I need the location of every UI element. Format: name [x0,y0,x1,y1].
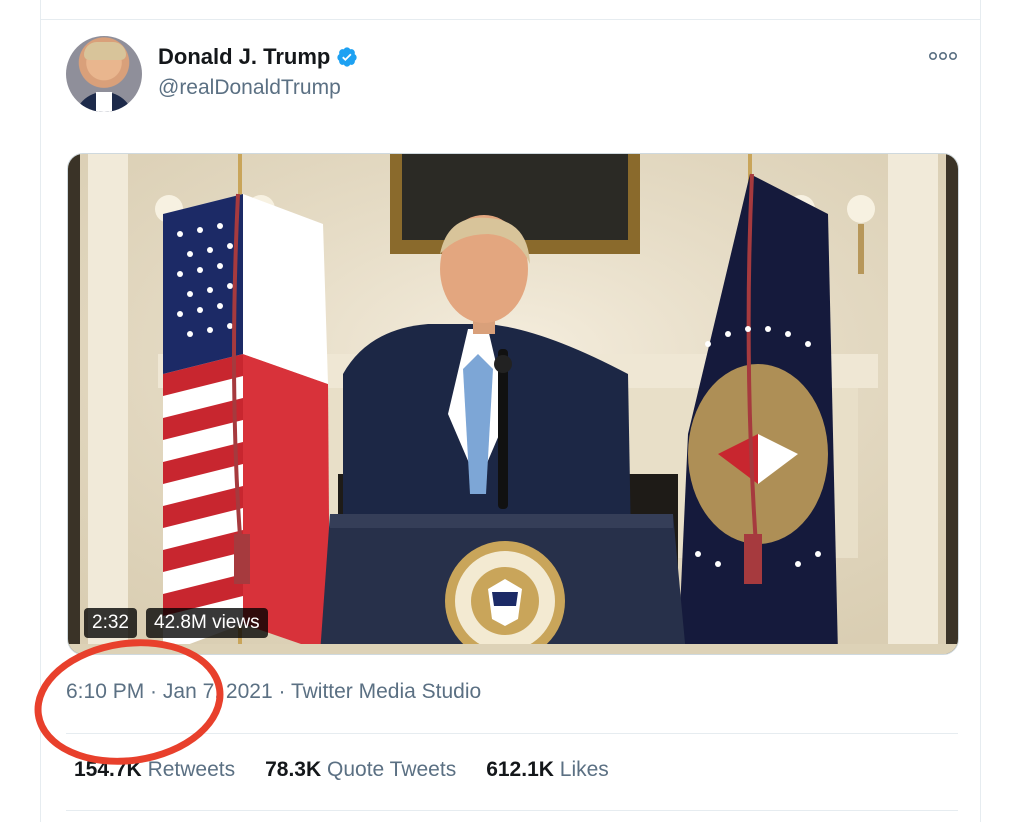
tweet-time[interactable]: 6:10 PM [66,680,144,703]
retweets-count: 154.7K [74,758,142,781]
divider [66,733,958,734]
quote-tweets-label: Quote Tweets [327,758,457,781]
video-player[interactable] [67,153,959,655]
quote-tweets-stat[interactable]: 78.3K Quote Tweets [265,758,456,782]
top-divider [40,19,980,20]
video-views-badge: 42.8M views [146,608,268,638]
meta-separator: · [144,680,163,703]
tweet-stats: 154.7K Retweets 78.3K Quote Tweets 612.1… [74,758,609,782]
user-handle[interactable]: @realDonaldTrump [158,76,341,100]
likes-count: 612.1K [486,758,554,781]
meta-separator: · [272,680,291,703]
display-name[interactable]: Donald J. Trump [158,44,330,70]
video-duration-badge: 2:32 [84,608,137,638]
column-border-right [980,0,981,822]
verified-badge-icon [337,47,357,67]
retweets-stat[interactable]: 154.7K Retweets [74,758,235,782]
retweets-label: Retweets [147,758,236,781]
quote-tweets-count: 78.3K [265,758,322,781]
tweet-meta: 6:10 PM · Jan 7, 2021 · Twitter Media St… [66,680,481,704]
likes-stat[interactable]: 612.1K Likes [486,758,609,782]
more-horizontal-icon [928,52,957,61]
tweet-page: Donald J. Trump @realDonaldTrump 2:32 42… [0,0,1024,822]
likes-label: Likes [559,758,609,781]
video-frame [68,154,958,654]
more-options-button[interactable] [928,48,958,64]
author-name-row[interactable]: Donald J. Trump [158,44,358,70]
divider [66,810,958,811]
tweet-source[interactable]: Twitter Media Studio [291,680,481,703]
tweet-date[interactable]: Jan 7, 2021 [163,680,273,703]
avatar[interactable] [66,36,142,112]
column-border-left [40,0,41,822]
